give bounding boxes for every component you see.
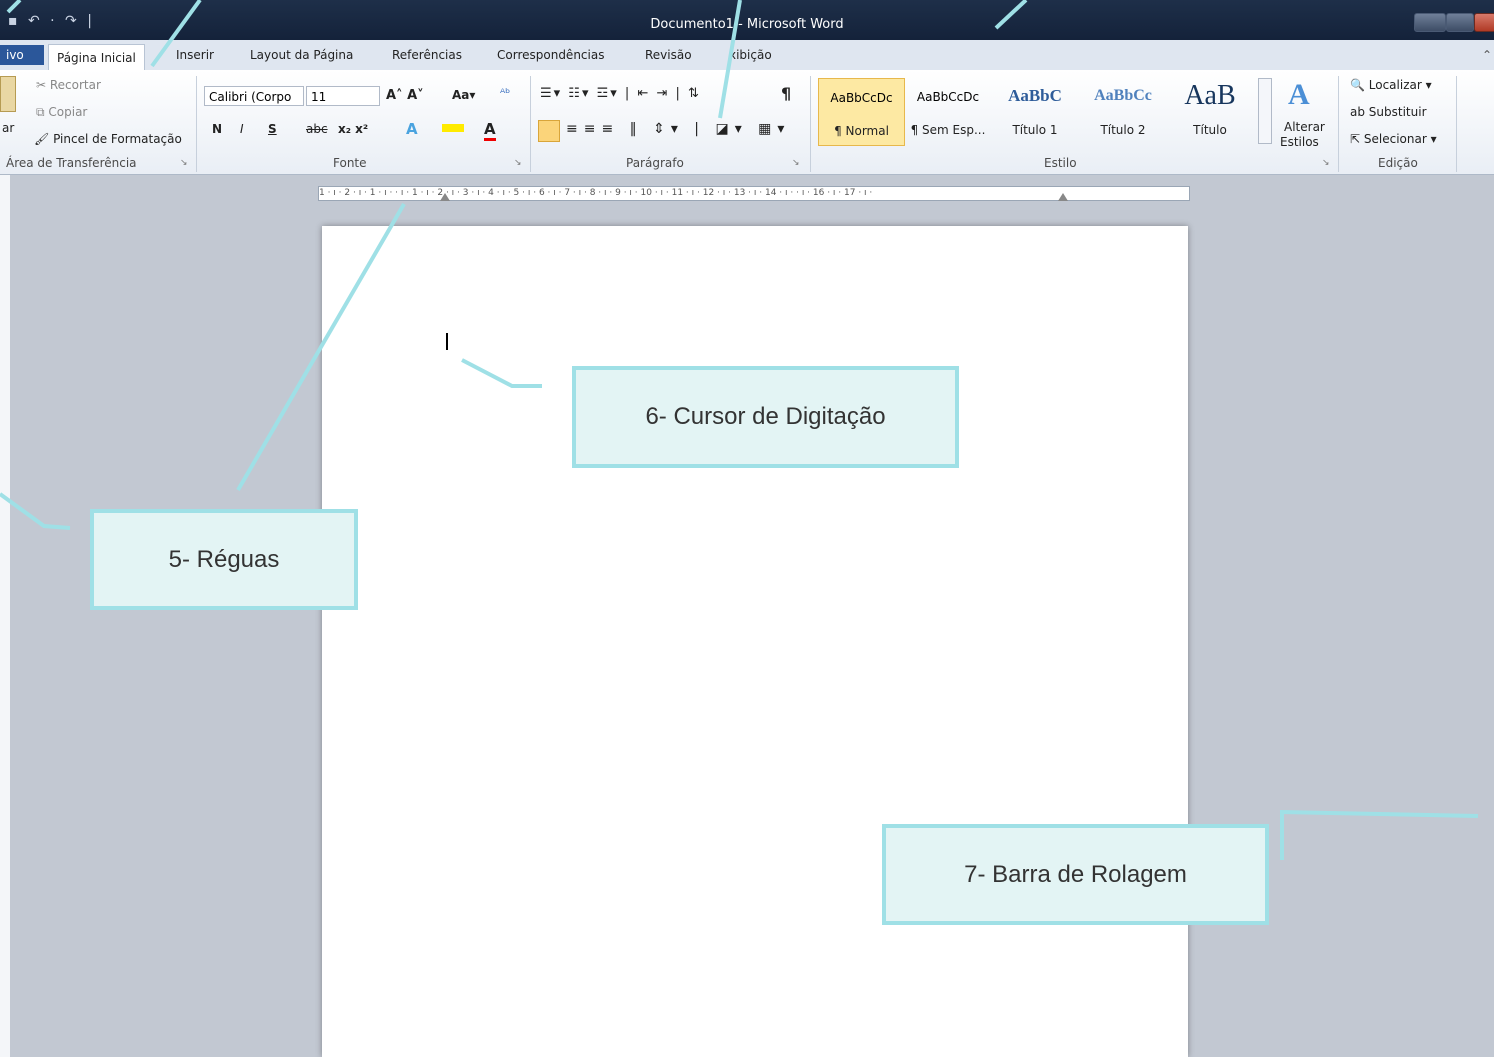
callout-cursor: 6- Cursor de Digitação <box>572 366 959 468</box>
callout-scrollbar: 7- Barra de Rolagem <box>882 824 1269 925</box>
callout-rulers: 5- Réguas <box>90 509 358 610</box>
